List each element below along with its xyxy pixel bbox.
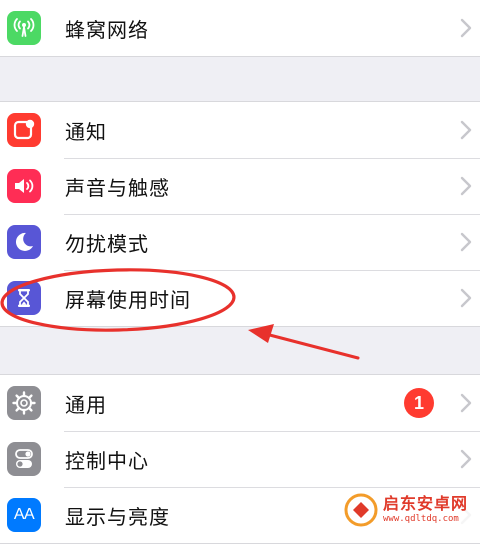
chevron-right-icon [460,176,472,196]
watermark-logo-icon [344,493,378,527]
watermark: 启东安卓网 www.qdltdq.com [340,489,474,531]
display-aa-icon-text: AA [13,506,35,523]
settings-row-control-center[interactable]: 控制中心 [0,431,480,487]
chevron-right-icon [460,232,472,252]
settings-row-cellular[interactable]: 蜂窝网络 [0,0,480,56]
watermark-title: 启东安卓网 [382,494,468,513]
settings-row-label: 控制中心 [65,448,149,473]
toggles-icon [7,442,41,476]
settings-row-label: 通知 [65,119,107,144]
cellular-antenna-icon [7,11,41,45]
chevron-right-icon [460,288,472,308]
chevron-right-icon [460,449,472,469]
gear-icon [7,386,41,420]
settings-row-label: 声音与触感 [65,175,170,200]
hourglass-icon [7,281,41,315]
settings-row-do-not-disturb[interactable]: 勿扰模式 [0,214,480,270]
chevron-right-icon [460,18,472,38]
display-aa-icon: AA [7,498,41,532]
notifications-icon [7,113,41,147]
speaker-icon [7,169,41,203]
chevron-right-icon [460,393,472,413]
settings-group-notifications: 通知 声音与触感 勿扰模式 屏幕使用时间 [0,101,480,327]
notification-badge: 1 [404,388,434,418]
settings-row-label: 蜂窝网络 [65,17,149,42]
settings-row-label: 勿扰模式 [65,231,149,256]
moon-icon [7,225,41,259]
settings-row-general[interactable]: 通用 1 [0,375,480,431]
settings-group-network: 蜂窝网络 [0,0,480,57]
annotation-arrow [260,331,360,360]
settings-row-label: 通用 [65,392,107,417]
settings-row-screen-time[interactable]: 屏幕使用时间 [0,270,480,326]
watermark-url: www.qdltdq.com [382,514,459,524]
settings-row-notifications[interactable]: 通知 [0,102,480,158]
chevron-right-icon [460,120,472,140]
settings-row-sounds[interactable]: 声音与触感 [0,158,480,214]
settings-row-label: 屏幕使用时间 [65,287,191,312]
